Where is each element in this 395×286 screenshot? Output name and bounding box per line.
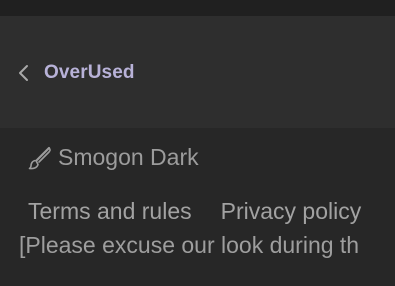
style-chooser-label: Smogon Dark <box>58 144 199 170</box>
breadcrumb: OverUsed <box>0 16 395 128</box>
maintenance-notice: [Please excuse our look during th <box>19 232 360 258</box>
privacy-policy-link[interactable]: Privacy policy <box>221 198 362 225</box>
chevron-left-icon <box>17 63 31 83</box>
footer-links: Terms and rules Privacy policy <box>28 198 390 225</box>
breadcrumb-back-link[interactable]: OverUsed <box>17 60 135 86</box>
terms-and-rules-link[interactable]: Terms and rules <box>28 198 192 225</box>
breadcrumb-label: OverUsed <box>44 62 135 83</box>
top-strip <box>0 0 395 16</box>
paint-brush-icon <box>27 145 53 171</box>
style-chooser-link[interactable]: Smogon Dark <box>27 144 199 171</box>
footer: Smogon Dark Terms and rules Privacy poli… <box>0 128 395 286</box>
